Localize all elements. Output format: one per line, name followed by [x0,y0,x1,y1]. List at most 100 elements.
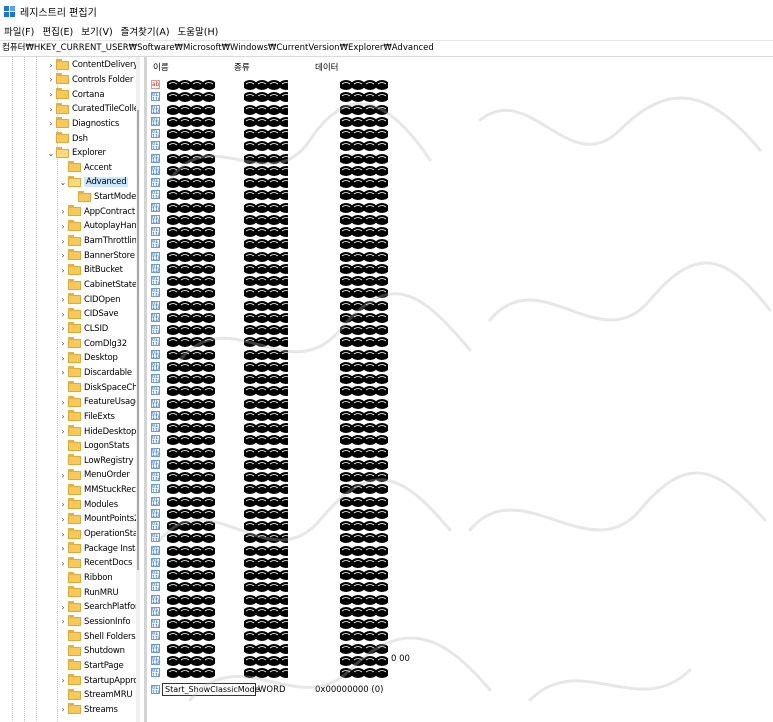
chevron-right-icon[interactable]: › [58,705,68,714]
list-item[interactable]: 011110 [148,312,773,324]
chevron-right-icon[interactable]: › [58,530,68,539]
chevron-down-icon[interactable]: ⌄ [46,149,56,158]
list-item[interactable]: 011110 [148,606,773,618]
list-item[interactable]: 011110 [148,251,773,263]
tree-node[interactable]: › BannerStore [58,248,135,263]
chevron-right-icon[interactable]: › [58,398,68,407]
tree-node[interactable]: StartPage [58,659,124,674]
tree-node[interactable]: ⌄ Advanced [58,175,129,190]
tree-node[interactable]: › MountPoints2 [58,512,139,527]
chevron-right-icon[interactable]: › [46,75,56,84]
list-item[interactable]: 011110 [148,630,773,642]
tree-node[interactable]: › SessionInfo [58,615,131,630]
chevron-right-icon[interactable]: › [46,119,56,128]
tree-node[interactable]: StreamMRU [58,688,133,703]
list-item[interactable]: 011110 [148,300,773,312]
column-header-data[interactable]: 데이터 [315,61,338,73]
chevron-right-icon[interactable]: › [58,617,68,626]
list-item[interactable]: 011110 [148,263,773,275]
tree-node[interactable]: Shell Folders [58,629,136,644]
tree-node[interactable]: › Controls Folder ( [46,73,139,88]
list-item[interactable]: 011110 [148,128,773,140]
list-item[interactable]: 011110 [148,410,773,422]
list-item[interactable]: 011110 [148,447,773,459]
chevron-right-icon[interactable]: › [58,427,68,436]
tree-node[interactable]: › ContentDeliveryM [46,58,140,73]
rename-row[interactable]: 011110 Start_ShowClassicMode WORD 0x0000… [148,683,773,697]
list-item[interactable]: 011110 [148,557,773,569]
list-item[interactable]: 011110 [148,459,773,471]
list-item[interactable]: 011110 [148,116,773,128]
menu-edit[interactable]: 편집(E) [38,24,77,38]
tree-node[interactable]: › Diagnostics [46,117,119,132]
menu-help[interactable]: 도움말(H) [174,24,223,38]
pane-splitter[interactable] [144,57,147,722]
tree-node[interactable]: › Streams [58,703,118,718]
list-item[interactable]: 011110 [148,226,773,238]
tree-node[interactable]: › CLSID [58,322,108,337]
list-item[interactable]: 011110 [148,104,773,116]
tree-node[interactable]: › StartupApprov [58,673,140,688]
chevron-right-icon[interactable]: › [58,237,68,246]
list-item[interactable]: 011110 [148,545,773,557]
list-item[interactable]: 011110 [148,275,773,287]
tree-node[interactable]: MMStuckRect [58,483,139,498]
tree-node[interactable]: › HideDesktopI [58,424,139,439]
chevron-right-icon[interactable]: › [58,324,68,333]
tree-node[interactable]: Accent [58,161,112,176]
chevron-right-icon[interactable]: › [58,295,68,304]
list-item[interactable]: 011110 [148,324,773,336]
column-header-name[interactable]: 이름 [153,61,169,73]
list-item[interactable]: 011110 [148,520,773,532]
list-item[interactable]: 011110 [148,471,773,483]
tree-node[interactable]: › ComDlg32 [58,336,127,351]
tree-node[interactable]: › Modules [58,498,118,513]
tree-node[interactable]: › Cortana [46,87,105,102]
menu-favorites[interactable]: 즐겨찾기(A) [117,24,174,38]
list-item[interactable]: 011110 [148,373,773,385]
tree-node[interactable]: CabinetState [58,278,137,293]
tree-node[interactable]: › BitBucket [58,263,123,278]
list-item[interactable]: 011110 [148,508,773,520]
chevron-right-icon[interactable]: › [58,354,68,363]
list-item[interactable]: 011110 [148,594,773,606]
chevron-right-icon[interactable]: › [58,471,68,480]
list-item[interactable]: 011110 [148,434,773,446]
tree-node[interactable]: › CIDOpen [58,292,120,307]
tree-node[interactable]: › AppContract [58,205,135,220]
list-item[interactable]: 011110 [148,287,773,299]
tree-node[interactable]: StartMode [68,190,136,205]
tree-node[interactable]: › FileExts [58,410,115,425]
tree-node[interactable]: DiskSpaceChe [58,380,140,395]
chevron-right-icon[interactable]: › [58,251,68,260]
tree-node[interactable]: ⌄ Explorer [46,146,106,161]
list-item[interactable]: 011110 [148,422,773,434]
tree-node[interactable]: › OperationStat [58,527,140,542]
chevron-right-icon[interactable]: › [58,676,68,685]
list-item[interactable]: 011110 [148,91,773,103]
menu-file[interactable]: 파일(F) [0,24,38,38]
chevron-right-icon[interactable]: › [58,412,68,421]
list-item[interactable]: 011110 [148,349,773,361]
list-item[interactable]: 011110 [148,202,773,214]
tree-node[interactable]: Dsh [46,131,88,146]
chevron-right-icon[interactable]: › [58,222,68,231]
chevron-right-icon[interactable]: › [58,310,68,319]
chevron-right-icon[interactable]: › [58,207,68,216]
list-item[interactable]: 011110 [148,214,773,226]
tree-node[interactable]: › CuratedTileCollec [46,102,140,117]
chevron-right-icon[interactable]: › [46,90,56,99]
tree-node[interactable]: › CIDSave [58,307,119,322]
list-item[interactable]: 011110 [148,667,773,679]
list-item[interactable]: 011110 [148,496,773,508]
chevron-right-icon[interactable]: › [46,105,56,114]
tree-node[interactable]: › Desktop [58,351,118,366]
chevron-right-icon[interactable]: › [46,61,56,70]
tree-scrollbar-thumb[interactable] [137,110,139,570]
tree-node[interactable]: › SearchPlatforn [58,600,140,615]
list-item[interactable]: 011110 [148,569,773,581]
tree-node[interactable]: RunMRU [58,585,119,600]
chevron-right-icon[interactable]: › [58,368,68,377]
list-item[interactable]: 011110 [148,643,773,655]
column-header-type[interactable]: 종류 [234,61,250,73]
